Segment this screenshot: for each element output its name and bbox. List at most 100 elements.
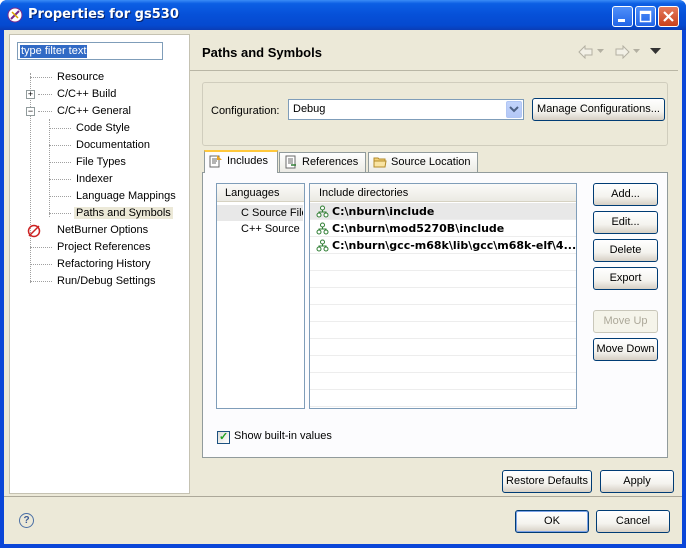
tree-item-cpp-general[interactable]: C/C++ General (57, 103, 131, 119)
manage-configurations-button[interactable]: Manage Configurations... (532, 98, 665, 121)
include-path: C:\nburn\gcc-m68k\lib\gcc\m68k-elf\4.... (332, 239, 576, 252)
view-menu-icon[interactable] (650, 48, 661, 55)
empty-row (310, 339, 576, 356)
move-up-button[interactable]: Move Up (593, 310, 658, 333)
tree-line (30, 77, 52, 78)
add-button[interactable]: Add... (593, 183, 658, 206)
include-path: C:\nburn\mod5270B\include (332, 222, 505, 235)
checkmark-icon: ✓ (219, 431, 229, 443)
empty-row (310, 390, 576, 407)
window-title: Properties for gs530 (28, 7, 179, 22)
tab-includes[interactable]: Includes (204, 150, 278, 173)
empty-row (310, 373, 576, 390)
tree-line (49, 145, 71, 146)
maximize-button[interactable] (635, 6, 656, 27)
tree-item-paths-and-symbols[interactable]: Paths and Symbols (74, 205, 173, 221)
configuration-group: Configuration: Debug Manage Configuratio… (202, 82, 668, 146)
dialog-client-area: type filter text + − Resource C/C++ Buil… (4, 30, 682, 544)
tree-item-file-types[interactable]: File Types (76, 154, 126, 170)
chevron-down-icon (509, 106, 519, 113)
empty-row (310, 288, 576, 305)
edit-button[interactable]: Edit... (593, 211, 658, 234)
include-folder-icon (316, 205, 329, 218)
tree-line (49, 128, 71, 129)
tree-line (49, 179, 71, 180)
empty-row (310, 254, 576, 271)
apply-button[interactable]: Apply (600, 470, 674, 493)
tree-item-cpp-build[interactable]: C/C++ Build (57, 86, 116, 102)
tree-item-refactoring-history[interactable]: Refactoring History (57, 256, 151, 272)
tab-references-label: References (302, 156, 359, 168)
footer-divider (4, 496, 682, 497)
include-folder-icon (316, 239, 329, 252)
tree-line (38, 94, 52, 95)
forward-dropdown-icon[interactable] (633, 49, 640, 54)
tree-item-project-references[interactable]: Project References (57, 239, 151, 255)
tree-line (49, 119, 50, 217)
property-page: Paths and Symbols Configuration: Debug M… (190, 34, 678, 494)
include-directories-header: Include directories (310, 184, 576, 202)
expand-icon[interactable]: + (26, 90, 35, 99)
folder-icon (373, 157, 387, 168)
configuration-value: Debug (293, 103, 326, 115)
tree-line (49, 162, 71, 163)
page-title: Paths and Symbols (202, 45, 322, 60)
empty-row (310, 322, 576, 339)
netburner-icon (27, 224, 41, 238)
empty-row (310, 271, 576, 288)
back-dropdown-icon[interactable] (597, 49, 604, 54)
configuration-label: Configuration: (211, 105, 280, 117)
tree-line (49, 213, 71, 214)
close-button[interactable] (658, 6, 679, 27)
empty-row (310, 356, 576, 373)
configuration-dropdown-button[interactable] (506, 101, 522, 118)
header-divider (190, 70, 678, 71)
tree-item-documentation[interactable]: Documentation (76, 137, 150, 153)
include-row[interactable]: C:\nburn\mod5270B\include (310, 220, 576, 237)
ok-button[interactable]: OK (515, 510, 589, 533)
filter-input[interactable]: type filter text (17, 42, 163, 60)
include-row[interactable]: C:\nburn\gcc-m68k\lib\gcc\m68k-elf\4.... (310, 237, 576, 254)
restore-defaults-button[interactable]: Restore Defaults (502, 470, 592, 493)
languages-list[interactable]: Languages C Source File C++ Source (216, 183, 305, 409)
cancel-button[interactable]: Cancel (596, 510, 670, 533)
tree-item-netburner-options[interactable]: NetBurner Options (57, 222, 148, 238)
tree-line (49, 196, 71, 197)
tree-item-run-debug-settings[interactable]: Run/Debug Settings (57, 273, 155, 289)
title-bar[interactable]: Properties for gs530 (0, 0, 686, 30)
tab-references[interactable]: References (279, 152, 366, 172)
show-builtin-label: Show built-in values (234, 430, 332, 442)
move-down-button[interactable]: Move Down (593, 338, 658, 361)
filter-input-text: type filter text (20, 45, 88, 58)
minimize-button[interactable] (612, 6, 633, 27)
tree-item-resource[interactable]: Resource (57, 69, 104, 85)
tree-item-indexer[interactable]: Indexer (76, 171, 113, 187)
minimize-icon (618, 19, 625, 22)
export-button[interactable]: Export (593, 267, 658, 290)
language-item-c-source[interactable]: C Source File (217, 205, 303, 221)
forward-arrow-icon[interactable] (614, 45, 630, 59)
back-arrow-icon[interactable] (578, 45, 594, 59)
collapse-icon[interactable]: − (26, 107, 35, 116)
configuration-select[interactable]: Debug (288, 99, 524, 120)
language-item-cpp-source[interactable]: C++ Source (217, 221, 303, 237)
app-icon (7, 7, 23, 23)
maximize-icon (639, 10, 652, 23)
tab-source-location[interactable]: Source Location (368, 152, 478, 172)
tree-item-language-mappings[interactable]: Language Mappings (76, 188, 176, 204)
references-icon (285, 155, 296, 169)
tree-line (30, 264, 52, 265)
tree-line (30, 281, 52, 282)
show-builtin-checkbox[interactable]: ✓ (217, 431, 230, 444)
close-icon (663, 11, 674, 22)
includes-tab-panel: Languages C Source File C++ Source Inclu… (202, 172, 668, 458)
history-navigation (578, 43, 668, 61)
help-icon[interactable]: ? (19, 513, 34, 528)
includes-icon (209, 155, 222, 168)
include-row[interactable]: C:\nburn\include (310, 203, 576, 220)
empty-row (310, 305, 576, 322)
tab-source-location-label: Source Location (391, 156, 471, 168)
include-directories-list[interactable]: Include directories C:\nburn\include C:\… (309, 183, 577, 409)
tree-item-code-style[interactable]: Code Style (76, 120, 130, 136)
delete-button[interactable]: Delete (593, 239, 658, 262)
